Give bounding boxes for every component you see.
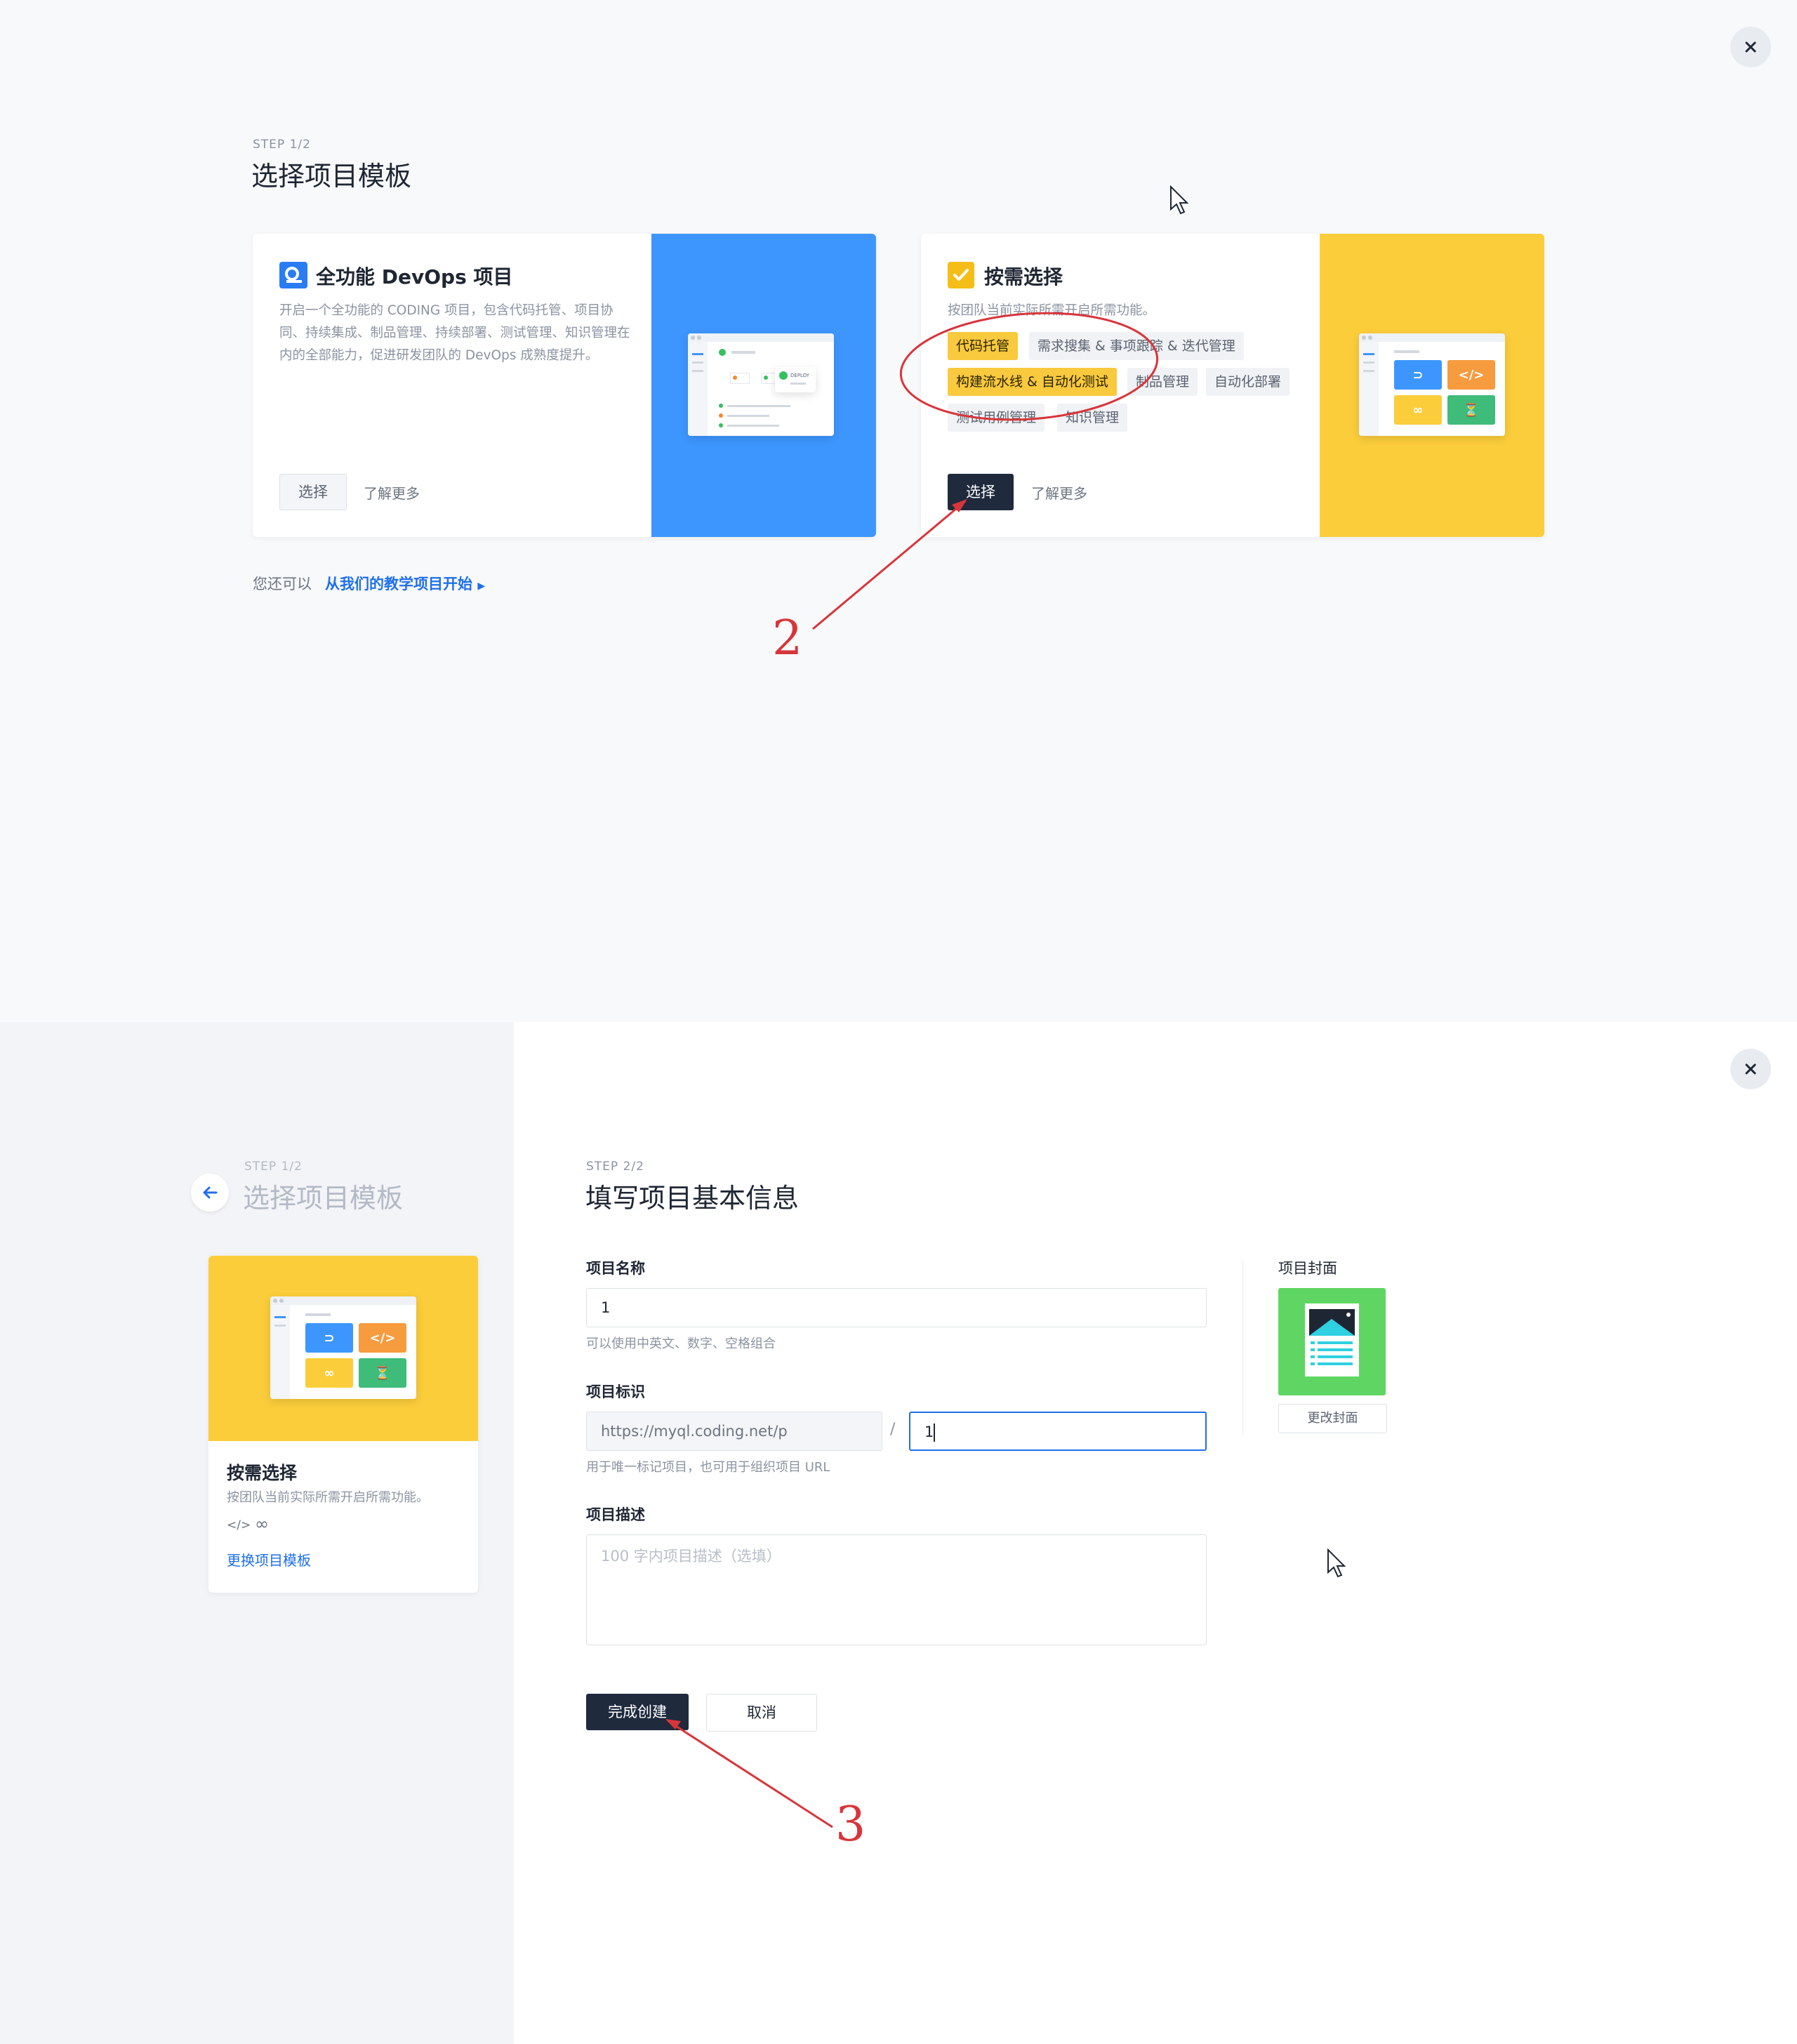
arrow-line-3 — [668, 1720, 833, 1829]
annotation-overlay-bottom — [665, 1719, 833, 1829]
annotation-number-2: 2 — [772, 611, 803, 666]
annotation-number-3: 3 — [835, 1797, 866, 1852]
mouse-cursor-icon — [1327, 1548, 1346, 1578]
annotation-overlay-top — [812, 312, 1159, 630]
highlight-ellipse — [899, 312, 1159, 421]
mouse-cursor-icon — [1170, 185, 1189, 215]
arrow-line-2 — [812, 500, 966, 630]
